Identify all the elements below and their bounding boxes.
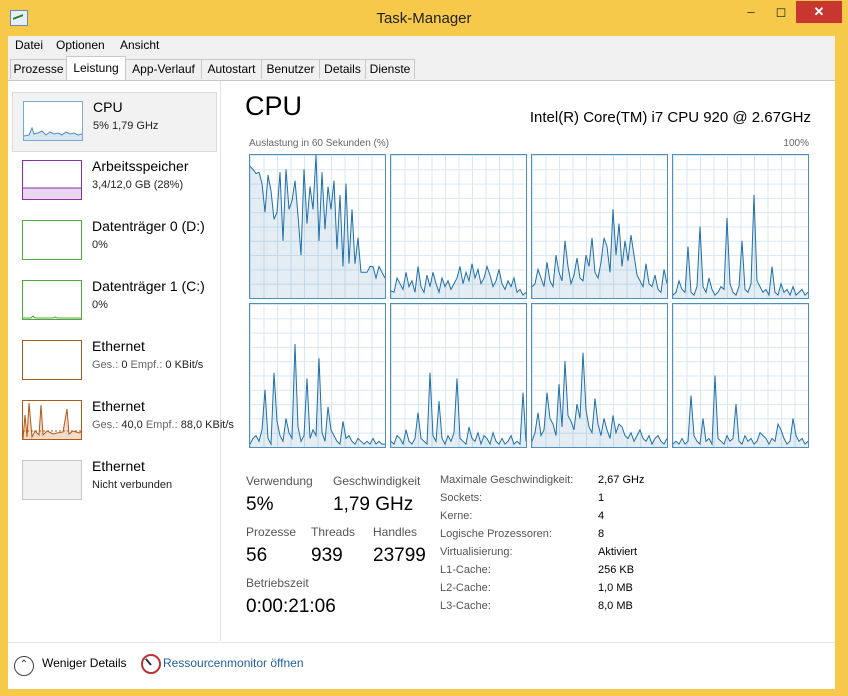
spec-key-max-speed: Maximale Geschwindigkeit: (440, 474, 574, 486)
tab-details[interactable]: Details (319, 59, 366, 79)
spec-value-max-speed: 2,67 GHz (598, 474, 645, 486)
ethernet2-thumbnail-graph (22, 400, 82, 440)
spec-key-l2-cache: L2-Cache: (440, 582, 491, 594)
memory-thumbnail-graph (22, 160, 82, 200)
handles-value: 23799 (373, 545, 426, 566)
footer-bar: ⌃ Weniger Details Ressourcenmonitor öffn… (8, 642, 835, 689)
resource-sidebar: CPU 5% 1,79 GHz Arbeitsspeicher 3,4/12,0… (8, 81, 234, 641)
window-frame: Task-Manager – ◻ ✕ Datei Optionen Ansich… (0, 0, 848, 696)
spec-value-logical-processors: 8 (598, 528, 605, 540)
tab-startup[interactable]: Autostart (201, 59, 262, 79)
uptime-label: Betriebszeit (246, 576, 309, 590)
cpu-core-area-1 (391, 263, 526, 298)
sidebar-sub-ethernet3: Nicht verbunden (92, 479, 173, 491)
sidebar-item-ethernet1[interactable]: Ethernet Ges.: 0 Empf.: 0 KBit/s (12, 332, 215, 390)
title-bar[interactable]: Task-Manager – ◻ ✕ (0, 0, 848, 36)
spec-key-l1-cache: L1-Cache: (440, 564, 491, 576)
tab-performance[interactable]: Leistung (66, 56, 126, 80)
tab-users[interactable]: Benutzer (261, 59, 320, 79)
cpu-core-graph-0 (249, 154, 386, 299)
sidebar-sub-cpu: 5% 1,79 GHz (93, 120, 159, 132)
spec-key-sockets: Sockets: (440, 492, 483, 504)
spec-value-l3-cache: 8,0 MB (598, 600, 633, 612)
ethernet1-thumbnail-graph (22, 340, 82, 380)
minimize-button[interactable]: – (736, 1, 766, 23)
cpu-core-graph-6 (531, 303, 668, 448)
sidebar-name-ethernet1: Ethernet (92, 338, 145, 354)
sidebar-name-ethernet2: Ethernet (92, 398, 145, 414)
resource-title: CPU (245, 91, 303, 121)
menu-bar: Datei Optionen Ansicht (8, 36, 835, 54)
window-title: Task-Manager (376, 10, 472, 27)
sidebar-sub-ethernet1: Ges.: 0 Empf.: 0 KBit/s (92, 359, 204, 371)
sidebar-item-disk0[interactable]: Datenträger 0 (D:) 0% (12, 212, 215, 270)
spec-key-l3-cache: L3-Cache: (440, 600, 491, 612)
client-area: Datei Optionen Ansicht Prozesse Leistung… (8, 36, 835, 689)
sidebar-name-ethernet3: Ethernet (92, 458, 145, 474)
maximize-button[interactable]: ◻ (766, 1, 796, 23)
speed-value: 1,79 GHz (333, 494, 414, 515)
graph-max-label: 100% (783, 138, 809, 149)
chevron-up-icon[interactable]: ⌃ (14, 656, 34, 676)
sidebar-item-cpu[interactable]: CPU 5% 1,79 GHz (12, 92, 217, 152)
performance-panel: CPU Intel(R) Core(TM) i7 CPU 920 @ 2.67G… (221, 81, 835, 641)
cpu-core-graph-1 (390, 154, 527, 299)
graph-caption: Auslastung in 60 Sekunden (%) (249, 138, 390, 149)
menu-file[interactable]: Datei (15, 38, 43, 52)
sidebar-name-disk0: Datenträger 0 (D:) (92, 218, 205, 234)
threads-value: 939 (311, 545, 343, 566)
tab-bar: Prozesse Leistung App-Verlauf Autostart … (8, 54, 835, 81)
sidebar-sub-memory: 3,4/12,0 GB (28%) (92, 179, 184, 191)
spec-value-l2-cache: 1,0 MB (598, 582, 633, 594)
cpu-core-graph-4 (249, 303, 386, 448)
tab-processes[interactable]: Prozesse (10, 59, 67, 79)
handles-label: Handles (373, 525, 418, 539)
spec-value-l1-cache: 256 KB (598, 564, 635, 576)
cpu-core-area-6 (532, 352, 667, 447)
menu-view[interactable]: Ansicht (120, 38, 159, 52)
spec-value-sockets: 1 (598, 492, 605, 504)
sidebar-name-cpu: CPU (93, 99, 123, 115)
cpu-model: Intel(R) Core(TM) i7 CPU 920 @ 2.67GHz (529, 109, 811, 126)
sidebar-name-memory: Arbeitsspeicher (92, 158, 189, 174)
sidebar-item-ethernet3[interactable]: Ethernet Nicht verbunden (12, 452, 215, 510)
cpu-core-area-0 (250, 155, 385, 298)
cpu-core-graph-3 (672, 154, 809, 299)
cpu-core-graph-2 (531, 154, 668, 299)
open-resource-monitor-link[interactable]: Ressourcenmonitor öffnen (163, 656, 304, 670)
spec-value-virtualization: Aktiviert (598, 546, 638, 558)
sidebar-sub-disk1: 0% (92, 299, 108, 311)
cpu-core-area-7 (673, 375, 808, 447)
ethernet3-thumbnail-graph (22, 460, 82, 500)
cpu-core-graph-7 (672, 303, 809, 448)
cpu-core-area-3 (673, 195, 808, 298)
sidebar-sub-ethernet2: Ges.: 40,0 Empf.: 88,0 KBit/s (92, 419, 234, 431)
spec-value-cores: 4 (598, 510, 605, 522)
sidebar-sub-disk0: 0% (92, 239, 108, 251)
processes-label: Prozesse (246, 525, 297, 539)
usage-value: 5% (246, 494, 274, 515)
menu-options[interactable]: Optionen (56, 38, 105, 52)
sidebar-name-disk1: Datenträger 1 (C:) (92, 278, 205, 294)
disk1-thumbnail-graph (22, 280, 82, 320)
cpu-thumbnail-graph (23, 101, 83, 141)
usage-label: Verwendung (246, 474, 313, 488)
sidebar-item-memory[interactable]: Arbeitsspeicher 3,4/12,0 GB (28%) (12, 152, 215, 210)
fewer-details-link[interactable]: Weniger Details (42, 656, 126, 670)
spec-key-logical-processors: Logische Prozessoren: (440, 528, 552, 540)
speed-label: Geschwindigkeit (333, 474, 421, 488)
uptime-value: 0:00:21:06 (246, 596, 336, 617)
resource-monitor-icon (141, 654, 161, 674)
disk0-thumbnail-graph (22, 220, 82, 260)
spec-key-cores: Kerne: (440, 510, 473, 522)
close-button[interactable]: ✕ (796, 1, 842, 23)
spec-key-virtualization: Virtualisierung: (440, 546, 513, 558)
sidebar-item-disk1[interactable]: Datenträger 1 (C:) 0% (12, 272, 215, 330)
tab-app-history[interactable]: App-Verlauf (125, 59, 202, 79)
threads-label: Threads (311, 525, 356, 539)
sidebar-item-ethernet2[interactable]: Ethernet Ges.: 40,0 Empf.: 88,0 KBit/s (12, 392, 234, 450)
tab-services[interactable]: Dienste (365, 59, 415, 79)
processes-value: 56 (246, 545, 268, 566)
cpu-core-graph-5 (390, 303, 527, 448)
